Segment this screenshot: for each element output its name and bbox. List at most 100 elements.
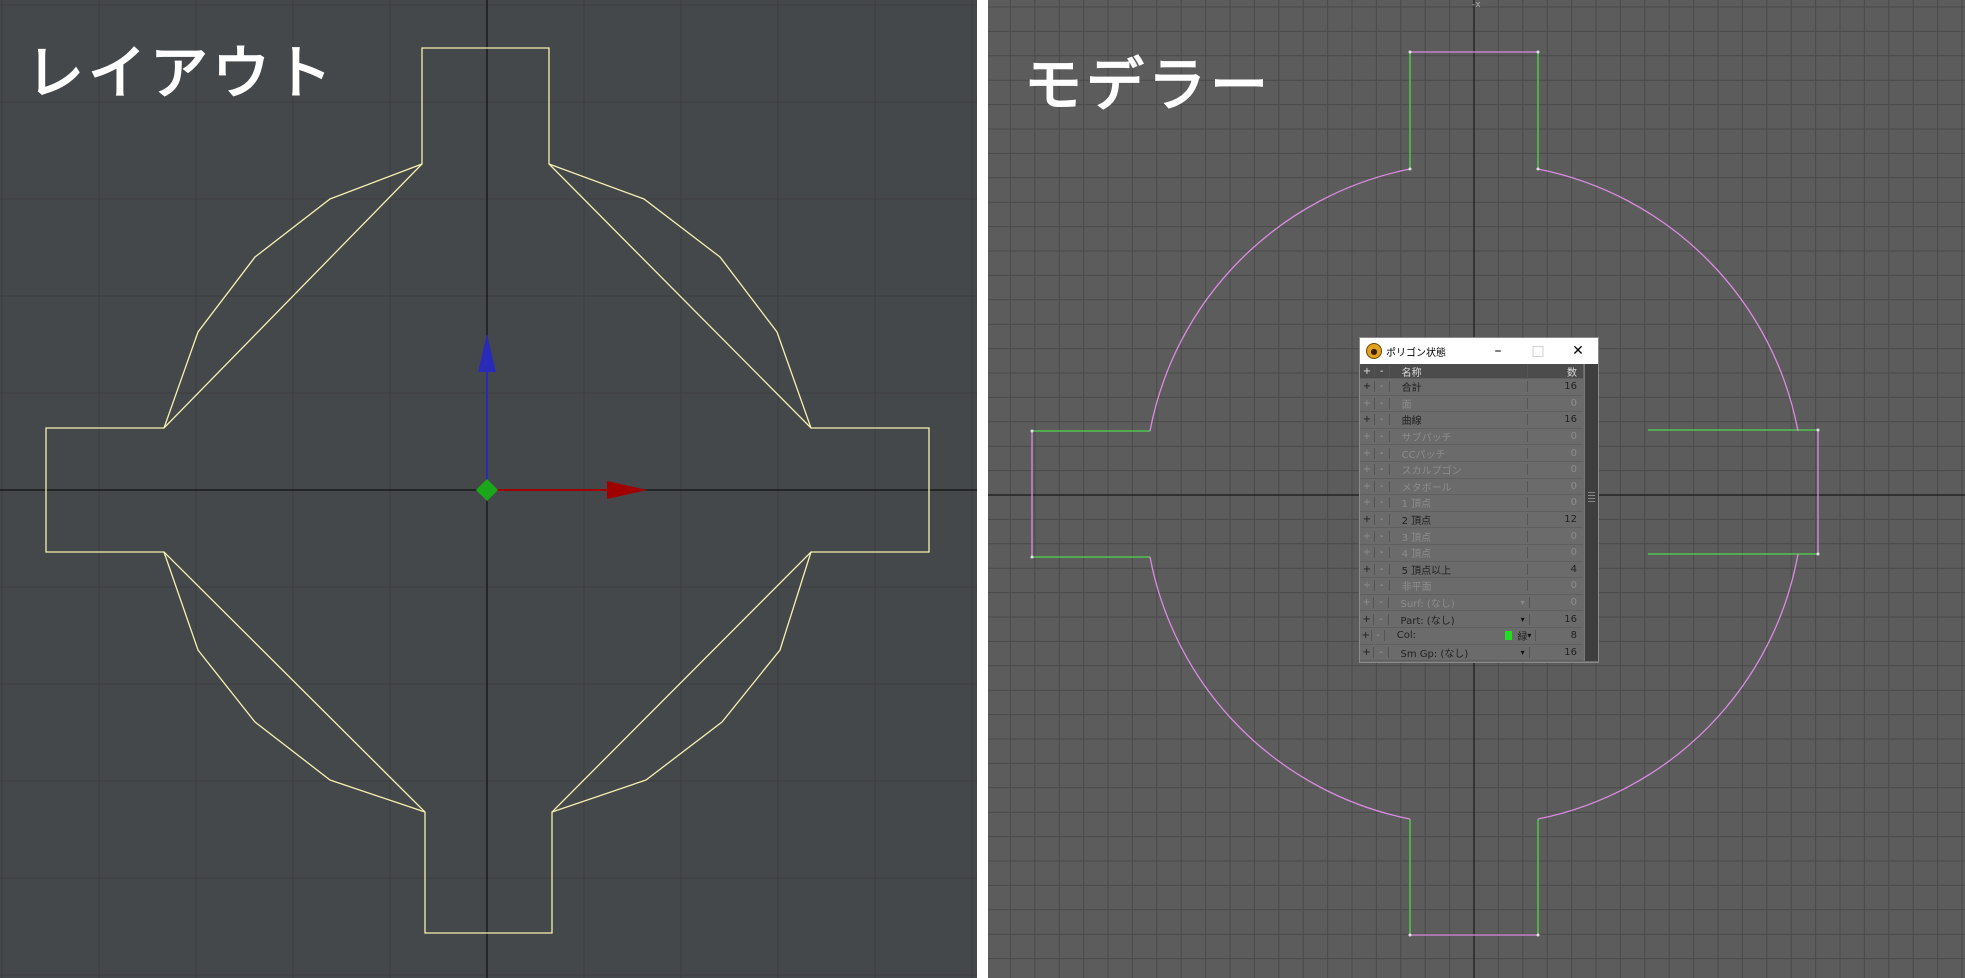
row-minus-button[interactable]: -	[1375, 414, 1390, 426]
row-count: 0	[1526, 580, 1583, 592]
row-minus-button[interactable]: -	[1375, 547, 1390, 559]
row-plus-button[interactable]: +	[1360, 514, 1375, 526]
view-divider	[977, 0, 988, 978]
row-plus-button[interactable]: +	[1360, 563, 1375, 575]
row-minus-button[interactable]: -	[1375, 514, 1390, 526]
panel-title: ポリゴン状態	[1386, 347, 1446, 359]
dropdown-chevron-icon[interactable]: ▾	[1521, 615, 1525, 624]
row-name: 曲線	[1401, 416, 1422, 428]
row-plus-button[interactable]: +	[1360, 597, 1375, 609]
color-swatch-icon	[1505, 631, 1513, 641]
app-logo-icon: ●	[1366, 343, 1382, 359]
stats-row: + - Part: (なし) ▾ 16	[1360, 611, 1583, 628]
row-plus-button[interactable]: +	[1360, 480, 1375, 492]
maximize-button[interactable]: □	[1518, 338, 1558, 364]
row-name: 非平面	[1401, 582, 1432, 594]
layout-canvas[interactable]	[0, 0, 977, 978]
row-plus-button[interactable]: +	[1360, 580, 1375, 592]
row-minus-button[interactable]: -	[1374, 597, 1389, 609]
row-count: 16	[1528, 613, 1583, 625]
close-button[interactable]: ✕	[1558, 338, 1598, 364]
row-minus-button[interactable]: -	[1375, 464, 1390, 476]
stats-row: + -3 頂点 0	[1360, 528, 1583, 545]
y-arrow-icon[interactable]	[478, 334, 496, 372]
row-plus-button[interactable]: +	[1360, 646, 1375, 658]
row-count: 16	[1528, 646, 1583, 658]
row-plus-button[interactable]: +	[1360, 431, 1375, 443]
row-plus-button[interactable]: +	[1360, 464, 1375, 476]
row-plus-button[interactable]: +	[1360, 414, 1375, 426]
row-name: Sm Gp: (なし)	[1400, 648, 1469, 660]
row-name: Col:	[1396, 630, 1416, 642]
row-minus-button[interactable]: -	[1375, 480, 1390, 492]
row-plus-button[interactable]: +	[1360, 630, 1373, 642]
row-minus-button[interactable]: -	[1375, 563, 1390, 575]
row-minus-button[interactable]: -	[1375, 530, 1390, 542]
row-minus-button[interactable]: -	[1372, 630, 1385, 642]
row-name: CCパッチ	[1401, 449, 1446, 461]
row-count: 0	[1526, 447, 1583, 459]
row-plus-button[interactable]: +	[1360, 397, 1375, 409]
stats-row: + - 非平面 0	[1360, 578, 1583, 595]
polygon-stats-panel[interactable]: ● ポリゴン状態 – □ ✕ + - 名称 数 + - 合計 16 + - 面 0 + - 曲線 16…	[1359, 337, 1599, 663]
row-name: 面	[1401, 399, 1412, 411]
row-count: 12	[1526, 514, 1583, 526]
header-minus[interactable]: -	[1375, 365, 1390, 377]
row-name: 1 頂点	[1401, 499, 1432, 511]
row-minus-button[interactable]: -	[1375, 580, 1390, 592]
row-minus-button[interactable]: -	[1375, 381, 1390, 393]
row-name: スカルプゴン	[1401, 466, 1462, 478]
dropdown-chevron-icon[interactable]: ▾	[1527, 631, 1531, 640]
row-name: サブパッチ	[1401, 433, 1452, 445]
stats-table-header: + - 名称 数	[1360, 363, 1583, 379]
row-name: 5 頂点以上	[1401, 565, 1452, 577]
stats-row: + - サブパッチ 0	[1360, 429, 1583, 446]
stats-row: + - 面 0	[1360, 396, 1583, 413]
row-count: 0	[1526, 397, 1583, 409]
row-count: 0	[1526, 464, 1583, 476]
row-name: メタボール	[1401, 482, 1452, 494]
row-count: 0	[1526, 497, 1583, 509]
row-minus-button[interactable]: -	[1375, 431, 1390, 443]
layout-title: レイアウト	[26, 39, 337, 107]
scroll-grip-icon[interactable]	[1588, 492, 1595, 504]
stats-row: + -2 頂点 12	[1360, 512, 1583, 529]
dropdown-chevron-icon[interactable]: ▾	[1521, 648, 1525, 657]
row-name: 4 頂点	[1401, 549, 1432, 561]
panel-scrollbar[interactable]	[1584, 364, 1598, 661]
x-arrow-icon[interactable]	[607, 481, 647, 499]
row-count: 16	[1526, 381, 1583, 393]
row-color-name: 緑	[1517, 632, 1528, 644]
row-plus-button[interactable]: +	[1360, 613, 1375, 625]
stats-row: + - メタボール 0	[1360, 479, 1583, 496]
stats-table: + - 名称 数 + - 合計 16 + - 面 0 + - 曲線 16 + - サブパッチ 0 + - CCパッチ…	[1360, 363, 1583, 662]
stats-row: + -4 頂点 0	[1360, 545, 1583, 562]
pivot-diamond-icon[interactable]	[476, 479, 498, 501]
minimize-button[interactable]: –	[1478, 338, 1518, 364]
row-plus-button[interactable]: +	[1360, 530, 1375, 542]
header-name: 名称	[1401, 367, 1422, 379]
dropdown-chevron-icon[interactable]: ▾	[1521, 598, 1525, 607]
row-plus-button[interactable]: +	[1360, 497, 1375, 509]
row-plus-button[interactable]: +	[1360, 547, 1375, 559]
row-name: 合計	[1401, 383, 1422, 395]
row-minus-button[interactable]: -	[1374, 613, 1389, 625]
row-minus-button[interactable]: -	[1374, 646, 1389, 658]
row-plus-button[interactable]: +	[1360, 381, 1375, 393]
stats-row: + - Col: 緑 ▾ 8	[1360, 628, 1583, 645]
row-minus-button[interactable]: -	[1375, 497, 1390, 509]
modeler-title: モデラー	[1024, 51, 1273, 119]
row-minus-button[interactable]: -	[1375, 397, 1390, 409]
stats-row: + -5 頂点以上 4	[1360, 562, 1583, 579]
header-plus[interactable]: +	[1360, 365, 1375, 377]
row-count: 0	[1528, 597, 1583, 609]
layout-viewport[interactable]: レイアウト	[0, 0, 977, 978]
header-count: 数	[1526, 363, 1583, 379]
row-minus-button[interactable]: -	[1375, 447, 1390, 459]
move-gizmo[interactable]	[476, 334, 647, 501]
stats-row: + - 合計 16	[1360, 379, 1583, 396]
row-plus-button[interactable]: +	[1360, 447, 1375, 459]
row-count: 16	[1526, 414, 1583, 426]
row-count: 0	[1526, 431, 1583, 443]
panel-titlebar[interactable]: ● ポリゴン状態 – □ ✕	[1360, 338, 1598, 364]
